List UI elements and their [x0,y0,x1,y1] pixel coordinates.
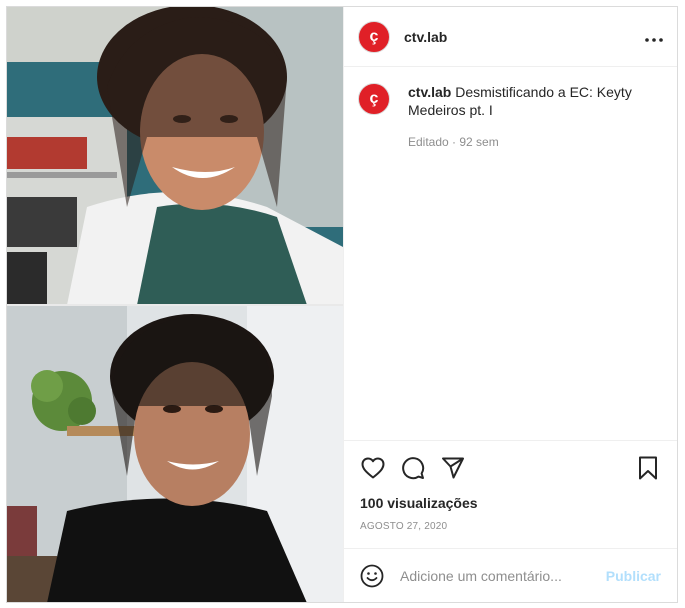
post-date[interactable]: AGOSTO 27, 2020 [360,521,661,532]
post-side-panel: ç ctv.lab ç ctv.lab Desmistificando a EC… [343,7,677,602]
actions-block: 100 visualizações AGOSTO 27, 2020 [344,440,677,548]
paper-plane-icon[interactable] [440,455,466,481]
video-panel-top [7,7,343,305]
post-header: ç ctv.lab [344,7,677,67]
avatar-glyph: ç [369,27,379,45]
view-count[interactable]: 100 visualizações [360,495,661,511]
caption-row: ç ctv.lab Desmistificando a EC: Keyty Me… [358,83,663,151]
caption-body: ctv.lab Desmistificando a EC: Keyty Mede… [408,83,663,151]
heart-icon[interactable] [360,455,386,481]
smiley-icon[interactable] [360,564,384,588]
person-top-image [7,7,343,305]
video-panel-bottom [7,306,343,602]
caption-avatar-glyph: ç [369,90,379,107]
account-avatar[interactable]: ç [358,20,390,53]
post-modal: ç ctv.lab ç ctv.lab Desmistificando a EC… [6,6,678,603]
person-bottom-image [7,306,343,602]
action-bar [360,455,661,481]
caption-username[interactable]: ctv.lab [408,84,451,100]
publish-button[interactable]: Publicar [606,568,661,584]
comment-input[interactable] [398,566,606,585]
comment-bubble-icon[interactable] [400,455,426,481]
comment-bar: Publicar [344,548,677,602]
bookmark-icon[interactable] [635,455,661,481]
caption-area: ç ctv.lab Desmistificando a EC: Keyty Me… [344,67,677,440]
post-media[interactable] [7,7,343,602]
caption-avatar[interactable]: ç [358,83,390,115]
more-options-icon[interactable] [645,26,663,47]
header-username[interactable]: ctv.lab [404,29,447,45]
caption-meta: Editado · 92 sem [408,135,499,149]
